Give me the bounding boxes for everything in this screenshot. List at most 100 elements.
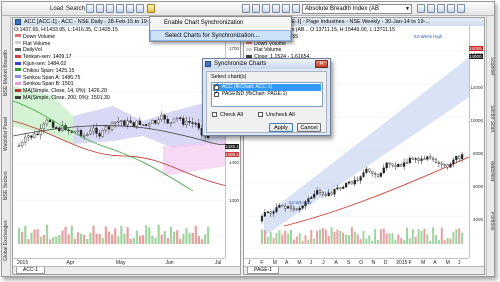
indicator-icon[interactable]	[292, 4, 300, 13]
load-button[interactable]: Load	[50, 4, 63, 14]
legend-entry[interactable]: MA(Simple, Close, 200, 0%): 1501.30	[14, 95, 118, 102]
candle-body	[292, 207, 295, 210]
check-all-checkbox[interactable]	[212, 112, 217, 117]
candle-body	[310, 197, 313, 199]
add-indicator-icon[interactable]	[417, 4, 425, 13]
legend-entry[interactable]: DailyVol	[14, 47, 118, 54]
left-tab-0[interactable]: NSE Market Breadth	[3, 46, 10, 101]
legend-label: MA(Simple, Close, 200, 0%): 1501.30	[23, 94, 110, 101]
candle-body	[347, 181, 351, 184]
volume-bar	[290, 229, 292, 244]
candle-body	[191, 122, 194, 124]
pageind-time-axis[interactable]: J F M A M J J A S O N D 2015 F M A M J	[244, 258, 469, 266]
chart-list-item[interactable]: ACC (ffxChart: ACC-1)	[213, 83, 321, 91]
check-all-option[interactable]: Check All	[211, 112, 243, 119]
legend-entry[interactable]: Senkou Span B: 1501	[14, 81, 118, 88]
legend-entry[interactable]: Flat Volume	[14, 41, 118, 48]
legend-entry[interactable]: Flat Volume	[245, 47, 395, 54]
remove-indicator-icon[interactable]	[427, 4, 435, 13]
candle-body	[113, 121, 117, 124]
fib-tool-icon[interactable]	[262, 4, 270, 13]
legend-entry[interactable]: Kijun-sen: 1484.02	[14, 61, 118, 68]
volume-bar	[120, 225, 123, 244]
acc-chart-pane[interactable]: ACC [ACC-1] - ACC - NSE Daily - 28-Feb-1…	[12, 17, 241, 275]
volume-bar	[400, 238, 403, 244]
volume-bar	[266, 236, 269, 244]
chart-list[interactable]: ACC (ffxChart: ACC-1) PAGEIND (ffxChart:…	[211, 82, 323, 107]
legend-entry[interactable]: Chikou Span: 1425.15	[14, 68, 118, 75]
candle-icon[interactable]	[106, 4, 114, 13]
volume-bar	[446, 237, 449, 244]
legend-entry[interactable]: Down Volume	[14, 34, 118, 41]
uncheck-all-checkbox[interactable]	[258, 112, 263, 117]
sync-icon[interactable]	[147, 4, 155, 13]
right-tab-2[interactable]: Watchlist	[488, 151, 494, 191]
sheet-tab-acc-1[interactable]: ACC-1	[16, 267, 46, 274]
pageind-chart-pane[interactable]: ...GEIND [PAGE-1] - Page Industries - NS…	[243, 17, 485, 275]
price-tick-label: 12000	[470, 85, 483, 90]
candle-body	[163, 114, 166, 120]
indicator-select[interactable]: Absolute Breadth Index (AB ▼	[302, 4, 412, 14]
zoom-in-icon[interactable]	[116, 4, 124, 13]
candle-body	[362, 172, 365, 177]
chart-list-item[interactable]: PAGEIND (ffxChart: PAGE-1)	[213, 90, 321, 98]
right-tab-0[interactable]: Scanner	[488, 46, 494, 86]
candle-body	[30, 135, 33, 138]
legend-entry[interactable]: Tenkan-sen: 1409.17	[14, 54, 118, 61]
search-button[interactable]: Search	[66, 4, 85, 14]
candle-body	[391, 163, 394, 166]
week52-high-label: 52-Week High	[414, 34, 443, 39]
draw-line-icon[interactable]	[242, 4, 250, 13]
menu-item-select-charts[interactable]: Select Charts for Synchronization...	[150, 30, 291, 41]
layout-icon[interactable]	[272, 4, 280, 13]
print-icon[interactable]	[447, 4, 455, 13]
candle-body	[460, 154, 464, 159]
volume-bar	[391, 233, 394, 244]
uncheck-all-option[interactable]: Uncheck All	[257, 112, 295, 119]
volume-bar	[310, 229, 313, 244]
candle-body	[120, 120, 123, 122]
menu-item-enable-sync[interactable]: Enable Chart Synchronization	[150, 18, 291, 29]
settings-icon[interactable]	[437, 4, 445, 13]
dialog-body: Select chart(s) ACC (ffxChart: ACC-1) PA…	[206, 71, 327, 133]
candle-body	[79, 130, 83, 136]
legend-entry[interactable]: Senkou Span A: 1486.75	[14, 75, 118, 82]
candle-body	[417, 158, 420, 161]
legend-swatch	[15, 34, 21, 38]
acc-time-axis[interactable]: 2015 Apr May Jun Jul	[13, 258, 225, 266]
volume-bar	[188, 232, 191, 244]
legend-entry[interactable]: MA(Simple, Close, 14, 0%): 1426.20	[14, 88, 118, 95]
volume-bar	[18, 227, 21, 244]
cancel-button[interactable]: Cancel	[297, 123, 321, 132]
legend-label: MA(Simple, Close, 14, 0%): 1426.20	[23, 88, 107, 95]
pageind-price-axis[interactable]: 14000120001000080006000400015089.714000.…	[469, 26, 484, 258]
volume-bar	[64, 226, 67, 244]
chart-type-icon[interactable]	[86, 4, 94, 13]
volume-bar	[114, 228, 117, 244]
apply-button[interactable]: Apply	[269, 123, 293, 132]
bar-chart-icon[interactable]	[96, 4, 104, 13]
right-tab-1[interactable]: Sector Scan	[488, 96, 494, 141]
candle-body	[287, 206, 290, 209]
left-tab-1[interactable]: Watchlist Panel	[3, 111, 10, 156]
left-tab-3[interactable]: Global Exchanges	[3, 216, 10, 266]
chart-checkbox[interactable]	[214, 90, 219, 97]
volume-bar	[132, 237, 135, 244]
sync-context-menu: Enable Chart Synchronization Select Char…	[149, 16, 292, 42]
close-icon[interactable]: ✕	[315, 60, 328, 68]
legend-swatch	[246, 48, 252, 52]
sheet-tab-page-1[interactable]: PAGE-1	[247, 267, 279, 274]
candle-body	[82, 135, 86, 137]
dialog-app-icon	[205, 61, 211, 67]
right-tab-3[interactable]: Portfolio	[488, 201, 494, 241]
volume-bar	[92, 225, 95, 244]
candle-body	[110, 122, 114, 130]
help-icon[interactable]	[457, 4, 465, 13]
volume-bar	[200, 239, 204, 244]
text-tool-icon[interactable]	[252, 4, 260, 13]
zoom-out-icon[interactable]	[126, 4, 134, 13]
legend-label: Chikou Span: 1425.15	[23, 67, 75, 74]
crosshair-icon[interactable]	[136, 4, 144, 13]
left-tab-2[interactable]: NSE Sectors	[3, 166, 10, 206]
template-icon[interactable]	[282, 4, 290, 13]
